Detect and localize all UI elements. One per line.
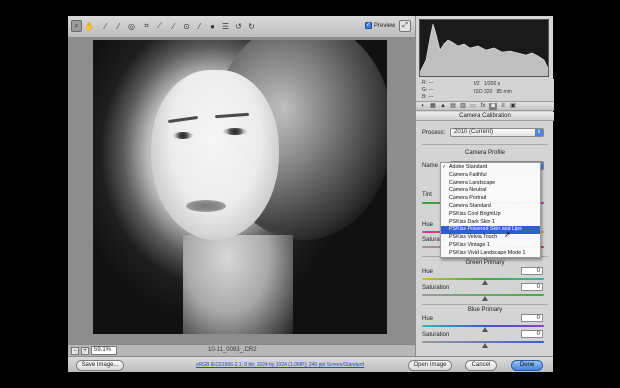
histogram-graph <box>420 23 548 76</box>
exif-focal-length: 85 mm <box>496 89 512 95</box>
preview-label: Preview <box>374 22 396 29</box>
green-hue-label: Hue <box>422 269 434 275</box>
tab-effects-icon[interactable]: fx <box>479 103 487 110</box>
green-saturation-label: Saturation <box>422 285 450 291</box>
rotate-left-icon[interactable]: ↺ <box>233 20 244 32</box>
tab-basic-icon[interactable]: ◐ <box>419 103 427 110</box>
adjustment-brush-tool-icon[interactable]: ⁄ <box>194 20 205 32</box>
blue-saturation-input[interactable]: 0 <box>521 330 543 338</box>
green-saturation-input[interactable]: 0 <box>521 283 543 291</box>
zoom-control: − + 59.1% <box>71 346 117 355</box>
green-saturation-knob[interactable] <box>482 296 488 301</box>
cancel-button[interactable]: Cancel <box>465 360 497 371</box>
zoom-in-button[interactable]: + <box>81 346 89 355</box>
straighten-tool-icon[interactable]: ⟋ <box>154 20 165 32</box>
profile-menu-item[interactable]: Camera Landscape <box>441 180 540 188</box>
tab-snapshots-icon[interactable]: ▣ <box>509 103 517 110</box>
tab-lens-corrections-icon[interactable]: ▭ <box>469 103 477 110</box>
tint-label: Tint <box>422 192 432 198</box>
fullscreen-icon[interactable]: ⤢ <box>399 20 411 32</box>
exif-aperture: f/2 <box>474 81 480 87</box>
tab-camera-calibration-icon[interactable]: ◙ <box>489 102 497 110</box>
zoom-tool-icon[interactable]: ⌕ <box>71 20 82 32</box>
readout-g: G: --- <box>422 87 434 93</box>
green-primary-title: Green Primary <box>465 260 505 266</box>
canvas-status-bar: − + 59.1% 10-11_0093_.CR2 <box>68 344 415 356</box>
select-arrows-icon: ⇕ <box>535 129 543 136</box>
crop-tool-icon[interactable]: ⌗ <box>141 20 152 32</box>
process-select[interactable]: 2010 (Current) ⇕ <box>450 128 544 137</box>
zoom-out-button[interactable]: − <box>71 346 79 355</box>
tab-tone-curve-icon[interactable]: ▦ <box>429 103 437 110</box>
dialog-footer: Save Image... sRGB IEC61966-2.1; 8 bit; … <box>68 356 553 372</box>
profile-menu-item[interactable]: PSKiss Velvia Touch <box>441 234 540 242</box>
panel-titlebar: Camera Calibration <box>416 112 554 121</box>
profile-menu-item[interactable]: Camera Standard <box>441 203 540 211</box>
process-value: 2010 (Current) <box>454 129 494 135</box>
tab-presets-icon[interactable]: ≡ <box>499 103 507 110</box>
profile-menu-item[interactable]: Camera Portrait <box>441 195 540 203</box>
zoom-level-select[interactable]: 59.1% <box>91 346 117 355</box>
red-hue-label: Hue <box>422 222 434 228</box>
save-image-button[interactable]: Save Image... <box>76 360 124 371</box>
blue-saturation-label: Saturation <box>422 332 450 338</box>
blue-hue-label: Hue <box>422 316 434 322</box>
color-sampler-tool-icon[interactable]: ⁄ <box>113 20 124 32</box>
profile-menu-item[interactable]: Camera Faithful <box>441 172 540 180</box>
spot-removal-tool-icon[interactable]: ⁄ <box>168 20 179 32</box>
profile-menu-item[interactable]: PSKiss Cool BrightUp <box>441 211 540 219</box>
profile-menu-item[interactable]: Adobe Standard <box>441 164 540 172</box>
blue-hue-knob[interactable] <box>482 327 488 332</box>
exif-iso: ISO 320 <box>474 89 493 95</box>
graduated-filter-tool-icon[interactable]: ● <box>207 20 218 32</box>
red-eye-tool-icon[interactable]: ⊙ <box>181 20 192 32</box>
toolbar: ⌕ ✋ ⁄ ⁄ ◎ ⌗ ⟋ ⁄ ⊙ ⁄ ● ☰ ↺ ↻ ✓ Preview ⤢ <box>68 16 415 38</box>
preferences-tool-icon[interactable]: ☰ <box>220 20 231 32</box>
image-canvas[interactable] <box>68 38 415 344</box>
workflow-options-link[interactable]: sRGB IEC61966-2.1; 8 bit; 1024 by 1024 (… <box>196 362 364 368</box>
tab-split-toning-icon[interactable]: ▥ <box>459 103 467 110</box>
divider <box>422 144 548 145</box>
preview-toggle[interactable]: ✓ Preview <box>365 22 395 29</box>
pixel-readout: R: --- G: --- B: --- f/2 1/200 s ISO 320… <box>416 79 554 101</box>
readout-b: B: --- <box>422 94 434 100</box>
open-image-button[interactable]: Open Image <box>408 360 452 371</box>
portrait-photo <box>93 40 387 334</box>
preview-checkbox[interactable]: ✓ <box>365 22 372 29</box>
panel-tabs: ◐ ▦ ▲ ▤ ▥ ▭ fx ◙ ≡ ▣ <box>416 101 554 111</box>
profile-menu-item[interactable]: PSKiss Vivid Landscape Mode 1 <box>441 250 540 258</box>
targeted-adjustment-tool-icon[interactable]: ◎ <box>126 20 137 32</box>
blue-saturation-knob[interactable] <box>482 343 488 348</box>
profile-name-label: Name <box>422 163 439 169</box>
camera-profile-title: Camera Profile <box>464 150 505 156</box>
exif-shutter: 1/200 s <box>483 81 501 87</box>
profile-menu-item[interactable]: PSKiss Powered Skin and Lips <box>441 226 540 235</box>
white-balance-tool-icon[interactable]: ⁄ <box>100 20 111 32</box>
blue-hue-input[interactable]: 0 <box>521 314 543 322</box>
file-name: 10-11_0093_.CR2 <box>208 347 257 353</box>
profile-menu-item[interactable]: PSKiss Vintage 1 <box>441 242 540 250</box>
panel-title: Camera Calibration <box>459 113 511 119</box>
tab-hsl-icon[interactable]: ▤ <box>449 103 457 110</box>
done-button[interactable]: Done <box>511 360 543 371</box>
divider <box>422 304 548 305</box>
histogram <box>419 19 549 77</box>
process-label: Process: <box>422 130 446 136</box>
rotate-right-icon[interactable]: ↻ <box>246 20 257 32</box>
camera-profile-menu: Adobe StandardCamera FaithfulCamera Land… <box>440 162 541 258</box>
blue-primary-title: Blue Primary <box>467 307 503 313</box>
readout-r: R: --- <box>422 80 434 86</box>
green-hue-input[interactable]: 0 <box>521 267 543 275</box>
profile-menu-item[interactable]: Camera Neutral <box>441 187 540 195</box>
green-hue-knob[interactable] <box>482 280 488 285</box>
tab-detail-icon[interactable]: ▲ <box>439 103 447 110</box>
profile-menu-item[interactable]: PSKiss Dark Skin 1 <box>441 219 540 227</box>
hand-tool-icon[interactable]: ✋ <box>84 20 95 32</box>
